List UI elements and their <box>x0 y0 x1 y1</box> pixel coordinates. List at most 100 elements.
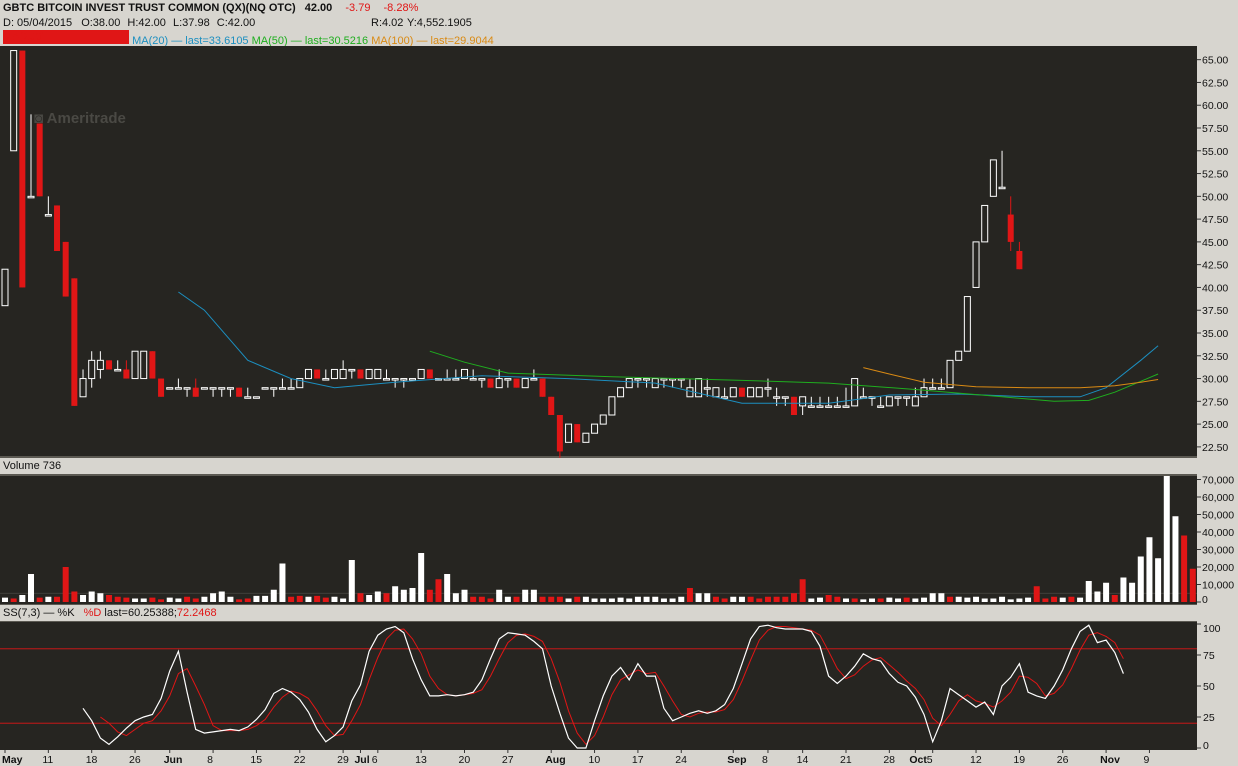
date-tick-label: 22 <box>294 754 306 766</box>
volume-bar <box>712 596 719 602</box>
volume-bar <box>97 593 104 602</box>
candle-body-up <box>131 350 139 380</box>
volume-bar <box>158 599 165 602</box>
candle-body-down <box>487 378 494 388</box>
volume-tick-label: 30,000 <box>1202 545 1234 557</box>
volume-bar <box>808 598 815 602</box>
stoch-d-last: 72.2468 <box>176 607 217 619</box>
candle-body-down <box>738 387 745 397</box>
price-axis[interactable]: 65.00 62.50 60.00 57.50 55.00 52.50 50.00 47.50… <box>1197 46 1238 456</box>
candle-body-up <box>408 378 416 381</box>
candle-body-up <box>686 387 694 398</box>
ma200-legend-hidden[interactable]: MA(200) <box>3 30 129 44</box>
volume-bar <box>626 598 633 602</box>
last-price: 42.00 <box>304 2 333 14</box>
volume-bar <box>686 588 693 602</box>
volume-bar <box>322 597 329 602</box>
volume-bar <box>929 593 936 602</box>
volume-bar <box>1025 597 1032 602</box>
volume-bar <box>244 598 251 602</box>
candle-body-down <box>149 351 156 379</box>
candle-body-up <box>166 387 174 390</box>
volume-bar <box>88 591 95 602</box>
price-tick-label: 65.00 <box>1202 55 1228 67</box>
date-tick-label: 10 <box>589 754 601 766</box>
candle-body-up <box>400 378 408 381</box>
volume-tick-label: 60,000 <box>1202 492 1234 504</box>
candle-body-up <box>565 423 573 443</box>
candle-body-up <box>894 396 902 399</box>
candle-body-up <box>755 387 763 398</box>
candle-body-up <box>963 296 971 352</box>
candle-body-up <box>799 396 807 407</box>
volume-bar <box>452 593 459 602</box>
volume-bar <box>747 596 754 602</box>
price-chart <box>1 50 1159 461</box>
volume-bar <box>903 597 910 602</box>
volume-bar <box>764 596 771 602</box>
volume-bar <box>331 596 338 602</box>
stoch-tick-label: 50 <box>1203 681 1215 693</box>
candle-body-up <box>833 405 841 408</box>
candle-body-down <box>106 360 113 370</box>
candle-body-up <box>252 396 260 399</box>
candle-body-up <box>261 387 269 390</box>
volume-panel[interactable] <box>0 476 1205 604</box>
volume-bar <box>140 598 147 602</box>
date-tick-label: 24 <box>675 754 687 766</box>
volume-bar <box>444 574 451 602</box>
volume-bar <box>678 596 685 602</box>
volume-bar <box>834 596 841 602</box>
date-tick-label: Jul <box>354 754 369 766</box>
volume-bar <box>1085 581 1092 602</box>
candle-body-down <box>158 378 165 397</box>
stoch-axis-ticks: 1007550250 <box>1197 623 1221 752</box>
candle-body-up <box>981 204 989 243</box>
candle-body-up <box>348 368 356 372</box>
date-tick-label: 20 <box>459 754 471 766</box>
candle-body-up <box>322 378 330 381</box>
date-tick-label: Oct <box>909 754 927 766</box>
candle-body-up <box>244 396 252 399</box>
volume-bar <box>132 598 139 602</box>
date-axis-ticks: May 11 18 26 Jun 8 15 22 29 Jul 6 13 20 27 Aug 10 17 24 Se… <box>2 750 1150 766</box>
stoch-axis[interactable]: 100 75 50 25 0 <box>1197 622 1238 752</box>
ma20-line <box>178 291 1159 404</box>
candle-body-up <box>946 359 954 389</box>
price-change-pct: -8.28% <box>383 2 419 14</box>
date-axis[interactable]: May 11 18 26 Jun 8 15 22 29 Jul 6 13 20 27 Aug 10 17 24 Se… <box>0 750 1238 766</box>
candle-body-up <box>617 387 625 398</box>
volume-bar <box>738 596 745 602</box>
candle-body-up <box>591 423 599 434</box>
volume-bar <box>955 596 962 602</box>
candle-body-down <box>123 369 130 379</box>
candle-body-up <box>903 396 911 399</box>
volume-bar <box>999 596 1006 602</box>
volume-axis[interactable]: 70,000 60,000 50,000 40,000 30,000 20,000 10,0… <box>1197 475 1238 606</box>
volume-bar <box>392 586 399 602</box>
date-tick-label: 27 <box>502 754 514 766</box>
volume-bar <box>296 595 303 602</box>
volume-bar <box>1111 595 1118 602</box>
candle-body-up <box>417 368 425 380</box>
volume-bar <box>383 593 390 602</box>
volume-bar <box>1042 598 1049 602</box>
stoch-panel[interactable] <box>0 622 1197 750</box>
volume-bar <box>938 593 945 602</box>
volume-bar <box>62 567 69 602</box>
candle-body-down <box>548 396 555 415</box>
price-panel[interactable]: ◙ Ameritrade <box>0 46 1197 461</box>
volume-axis-ticks: 70,000 60,000 50,000 40,000 30,000 20,000 10,0… <box>1197 475 1234 606</box>
candle-body-down <box>574 424 581 443</box>
date-tick-label: 28 <box>883 754 895 766</box>
candle-body-up <box>703 387 711 390</box>
volume-bar <box>1163 476 1170 602</box>
candle-body-up <box>304 368 312 380</box>
stoch-tick-label: 100 <box>1203 623 1221 635</box>
volume-bar <box>201 596 208 602</box>
date-tick-label: 9 <box>1143 754 1149 766</box>
volume-bar <box>400 589 407 602</box>
price-tick-label: 37.50 <box>1202 305 1228 317</box>
volume-bar <box>886 597 893 602</box>
volume-bar <box>851 598 858 602</box>
